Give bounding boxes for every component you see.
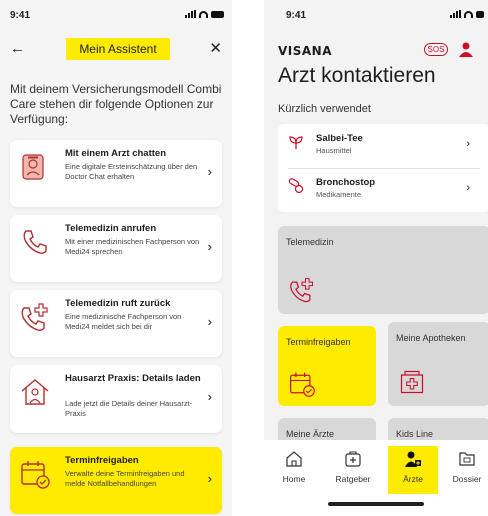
user-icon[interactable] [458,41,474,57]
option-title: Telemedizin ruft zurück [65,298,171,309]
signal-icon [450,10,461,18]
option-title: Terminfreigaben [65,455,139,466]
battery-icon [476,10,484,18]
list-item[interactable]: Salbei-Tee Hausmittel › [278,124,488,169]
phone-callback-icon [290,278,314,303]
chevron-right-icon: › [466,138,470,150]
calendar-check-icon [290,372,315,397]
tile-label: Terminfreigaben [286,337,351,347]
tile-appointment-approvals[interactable]: Terminfreigaben [278,326,376,406]
phone-callback-icon [21,303,48,331]
chevron-right-icon: › [207,164,212,179]
tile-telemedicine[interactable]: Telemedizin [278,226,488,314]
status-icons [185,10,224,18]
arzt-screen: 9:41 VISANA SOS Arzt kontaktieren Kürzli… [264,0,488,516]
option-description: Verwalte deine Terminfreigaben und melde… [65,469,185,488]
option-description: Eine medizinische Fachperson von Medi24 … [65,312,182,331]
tab-label: Dossier [452,474,482,484]
pharmacy-icon [400,370,424,394]
phone-icon [23,230,47,254]
calendar-check-icon [21,461,50,489]
recent-label: Kürzlich verwendet [278,103,371,115]
tile-label: Meine Ärzte [286,429,335,439]
assistant-screen: 9:41 ← Mein Assistent ✕ Mit deinem Versi… [0,0,232,516]
assistant-header: ← Mein Assistent ✕ [0,38,232,62]
bottom-tab-bar: Home Ratgeber Ärzte Dossier [264,440,488,516]
page-title: Mein Assistent [66,38,170,60]
option-house-doctor[interactable]: Hausarzt Praxis: Details laden Lade jetz… [10,365,222,433]
chevron-right-icon: › [207,471,212,486]
option-title: Mit einem Arzt chatten [65,148,166,159]
chevron-right-icon: › [207,239,212,254]
doctor-chat-icon [22,154,44,180]
option-telemedicine-call[interactable]: Telemedizin anrufen Mit einer medizinisc… [10,215,222,282]
status-bar: 9:41 [264,0,488,30]
tab-ratgeber[interactable]: Ratgeber [328,446,378,494]
tile-label: Telemedizin [286,237,334,247]
option-title: Hausarzt Praxis: Details laden [65,373,201,384]
wifi-icon [199,10,208,18]
option-description: Mit einer medizinischen Fachperson von M… [65,237,200,256]
recent-item-title: Salbei-Tee [316,133,363,144]
recent-item-subtitle: Medikamente [316,190,362,199]
back-arrow-icon[interactable]: ← [10,40,25,57]
page-title: Arzt kontaktieren [278,64,436,87]
tile-label: Kids Line [396,429,434,439]
visana-logo: VISANA [278,44,333,58]
dossier-icon [459,452,475,466]
status-time: 9:41 [286,10,307,21]
recent-list: Salbei-Tee Hausmittel › Bronchostop Medi… [278,124,488,212]
sos-button[interactable]: SOS [424,43,448,56]
option-doctor-chat[interactable]: Mit einem Arzt chatten Eine digitale Ers… [10,140,222,207]
battery-icon [211,10,224,18]
option-title: Telemedizin anrufen [65,223,157,234]
home-indicator [328,502,424,506]
option-description: Eine digitale Ersteinschätzung über den … [65,162,198,181]
house-doctor-icon [21,379,49,405]
recent-item-subtitle: Hausmittel [316,146,352,155]
option-appointment-approvals[interactable]: Terminfreigaben Verwalte deine Terminfre… [10,447,222,514]
assistant-intro: Mit deinem Versicherungsmodell Combi Car… [10,82,222,126]
doctor-icon [405,451,421,467]
tab-home[interactable]: Home [272,446,316,494]
tab-label: Ärzte [403,474,423,484]
list-item[interactable]: Bronchostop Medikamente › [278,168,488,212]
tab-label: Ratgeber [335,474,371,484]
chevron-right-icon: › [466,182,470,194]
option-description: Lade jetzt die Details deiner Hausarzt-P… [65,399,193,418]
first-aid-icon [345,451,361,467]
tab-doctors[interactable]: Ärzte [388,446,438,494]
herb-icon [289,136,303,149]
tab-dossier[interactable]: Dossier [446,446,488,494]
chevron-right-icon: › [207,389,212,404]
close-icon[interactable]: ✕ [209,39,222,57]
pills-icon [288,178,304,194]
home-icon [286,451,302,467]
status-icons [450,10,484,18]
option-telemedicine-callback[interactable]: Telemedizin ruft zurück Eine medizinisch… [10,290,222,357]
chevron-right-icon: › [207,314,212,329]
recent-item-title: Bronchostop [316,177,376,188]
status-bar: 9:41 [0,0,232,30]
signal-icon [185,10,196,18]
tile-pharmacies[interactable]: Meine Apotheken [388,322,488,406]
tile-label: Meine Apotheken [396,333,466,343]
wifi-icon [464,10,473,18]
tab-label: Home [282,474,306,484]
status-time: 9:41 [10,10,31,21]
